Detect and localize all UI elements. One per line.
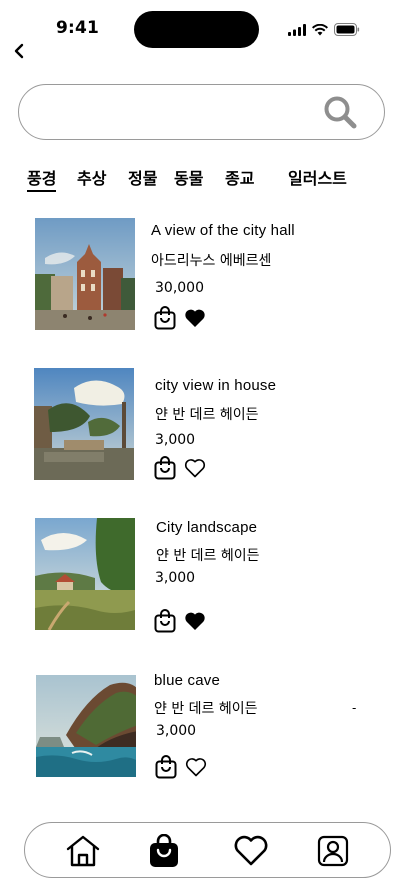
search-input[interactable] bbox=[41, 99, 321, 127]
product-price: 3,000 bbox=[155, 570, 196, 586]
shopping-bag-icon bbox=[154, 609, 176, 633]
coastal-cliff-painting-thumbnail[interactable] bbox=[36, 675, 136, 787]
product-item[interactable]: city view in house 얀 반 데르 헤이든 3,000 bbox=[0, 364, 410, 484]
shopping-bag-icon bbox=[154, 456, 176, 480]
nav-home-button[interactable] bbox=[64, 832, 102, 870]
search-icon[interactable] bbox=[322, 94, 358, 130]
bottom-navigation bbox=[24, 822, 391, 878]
add-to-cart-button[interactable] bbox=[155, 755, 177, 779]
tab-landscape[interactable]: 풍경 bbox=[27, 165, 57, 192]
product-artist: 아드리누스 에베르센 bbox=[151, 253, 272, 269]
nav-shop-button[interactable] bbox=[145, 832, 183, 870]
tab-still-life[interactable]: 정물 bbox=[128, 165, 157, 189]
heart-outline-icon bbox=[185, 758, 207, 777]
dynamic-island bbox=[134, 11, 259, 48]
product-artist: 얀 반 데르 헤이든 bbox=[156, 548, 260, 564]
product-price: 3,000 bbox=[155, 432, 196, 448]
home-icon bbox=[66, 835, 100, 867]
product-item[interactable]: A view of the city hall 아드리누스 에베르센 30,00… bbox=[0, 214, 410, 334]
heart-filled-icon bbox=[185, 612, 205, 630]
profile-icon bbox=[317, 835, 349, 867]
countryside-painting-thumbnail[interactable] bbox=[35, 518, 135, 630]
tab-illustration[interactable]: 일러스트 bbox=[288, 165, 347, 189]
back-button[interactable] bbox=[9, 41, 29, 61]
tab-abstract[interactable]: 추상 bbox=[77, 165, 106, 189]
shopping-bag-icon bbox=[150, 834, 178, 867]
product-title[interactable]: city view in house bbox=[155, 377, 276, 394]
like-button[interactable] bbox=[184, 611, 206, 631]
shopping-bag-icon bbox=[155, 755, 177, 779]
chevron-left-icon bbox=[14, 43, 24, 59]
product-actions bbox=[155, 755, 207, 779]
product-title[interactable]: blue cave bbox=[154, 672, 220, 689]
status-icons bbox=[288, 21, 360, 40]
add-to-cart-button[interactable] bbox=[154, 306, 176, 330]
product-actions bbox=[154, 609, 206, 633]
add-to-cart-button[interactable] bbox=[154, 456, 176, 480]
product-artist: 얀 반 데르 헤이든 bbox=[154, 701, 258, 717]
shopping-bag-icon bbox=[154, 306, 176, 330]
nav-wishlist-button[interactable] bbox=[232, 832, 270, 870]
product-actions bbox=[154, 456, 206, 480]
heart-outline-icon bbox=[184, 459, 206, 478]
product-actions bbox=[154, 306, 206, 330]
like-button[interactable] bbox=[185, 757, 207, 777]
product-price: 30,000 bbox=[155, 280, 204, 296]
product-price: 3,000 bbox=[156, 723, 197, 739]
stray-mark: - bbox=[352, 701, 357, 715]
product-item[interactable]: blue cave 얀 반 데르 헤이든 3,000 bbox=[0, 671, 410, 791]
battery-icon bbox=[334, 21, 360, 40]
heart-icon bbox=[234, 835, 268, 866]
nav-profile-button[interactable] bbox=[314, 832, 352, 870]
tab-religion[interactable]: 종교 bbox=[225, 165, 254, 189]
wifi-icon bbox=[312, 21, 328, 40]
product-item[interactable]: City landscape 얀 반 데르 헤이든 3,000 bbox=[0, 514, 410, 634]
category-tabs: 풍경 추상 정물 동물 종교 일러스트 bbox=[0, 165, 410, 193]
product-title[interactable]: City landscape bbox=[156, 519, 257, 536]
signal-icon bbox=[288, 21, 306, 40]
canal-view-painting-thumbnail[interactable] bbox=[34, 368, 134, 480]
like-button[interactable] bbox=[184, 458, 206, 478]
heart-filled-icon bbox=[185, 309, 205, 327]
product-title[interactable]: A view of the city hall bbox=[151, 222, 295, 239]
tab-animal[interactable]: 동물 bbox=[174, 165, 203, 189]
status-time: 9:41 bbox=[56, 18, 100, 38]
like-button[interactable] bbox=[184, 308, 206, 328]
city-hall-painting-thumbnail[interactable] bbox=[35, 218, 135, 330]
product-artist: 얀 반 데르 헤이든 bbox=[155, 407, 259, 423]
add-to-cart-button[interactable] bbox=[154, 609, 176, 633]
status-bar: 9:41 bbox=[0, 0, 410, 52]
